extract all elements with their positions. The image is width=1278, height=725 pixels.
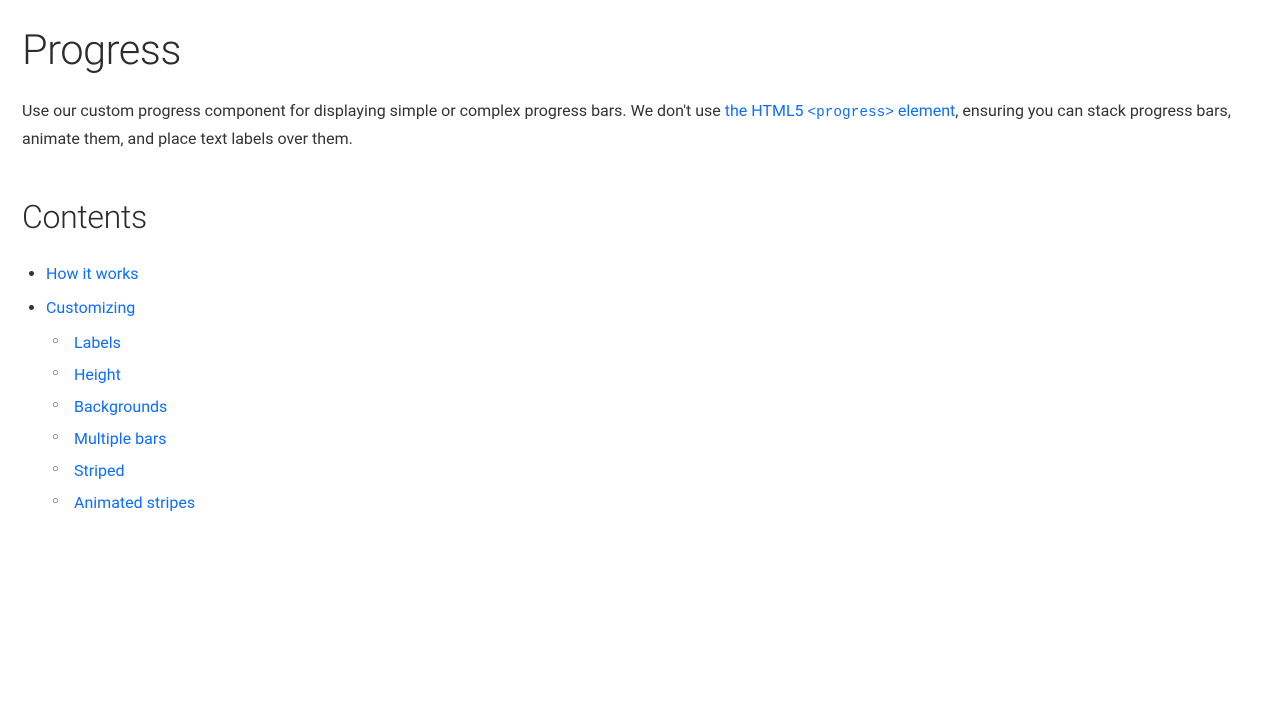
list-item: How it works xyxy=(46,259,1256,289)
list-item: Customizing Labels Height Backgrounds Mu… xyxy=(46,293,1256,519)
list-item: Height xyxy=(74,359,1256,391)
multiple-bars-link[interactable]: Multiple bars xyxy=(74,429,167,448)
labels-link[interactable]: Labels xyxy=(74,333,121,352)
contents-list: How it works Customizing Labels Height B… xyxy=(22,259,1256,520)
intro-text-before: Use our custom progress component for di… xyxy=(22,101,725,120)
intro-paragraph: Use our custom progress component for di… xyxy=(22,98,1256,152)
customizing-link[interactable]: Customizing xyxy=(46,298,135,317)
customizing-sublist: Labels Height Backgrounds Multiple bars … xyxy=(46,327,1256,519)
link-text-prefix: the HTML5 xyxy=(725,101,808,120)
list-item: Animated stripes xyxy=(74,487,1256,519)
animated-stripes-link[interactable]: Animated stripes xyxy=(74,493,195,512)
height-link[interactable]: Height xyxy=(74,365,121,384)
link-text-suffix: element xyxy=(894,101,955,120)
backgrounds-link[interactable]: Backgrounds xyxy=(74,397,167,416)
striped-link[interactable]: Striped xyxy=(74,461,125,480)
list-item: Multiple bars xyxy=(74,423,1256,455)
page-title: Progress xyxy=(22,20,1256,82)
list-item: Labels xyxy=(74,327,1256,359)
contents-heading: Contents xyxy=(22,193,1256,241)
progress-code: <progress> xyxy=(808,105,894,121)
list-item: Backgrounds xyxy=(74,391,1256,423)
how-it-works-link[interactable]: How it works xyxy=(46,264,139,283)
progress-element-link[interactable]: the HTML5 <progress> element xyxy=(725,101,956,120)
list-item: Striped xyxy=(74,455,1256,487)
